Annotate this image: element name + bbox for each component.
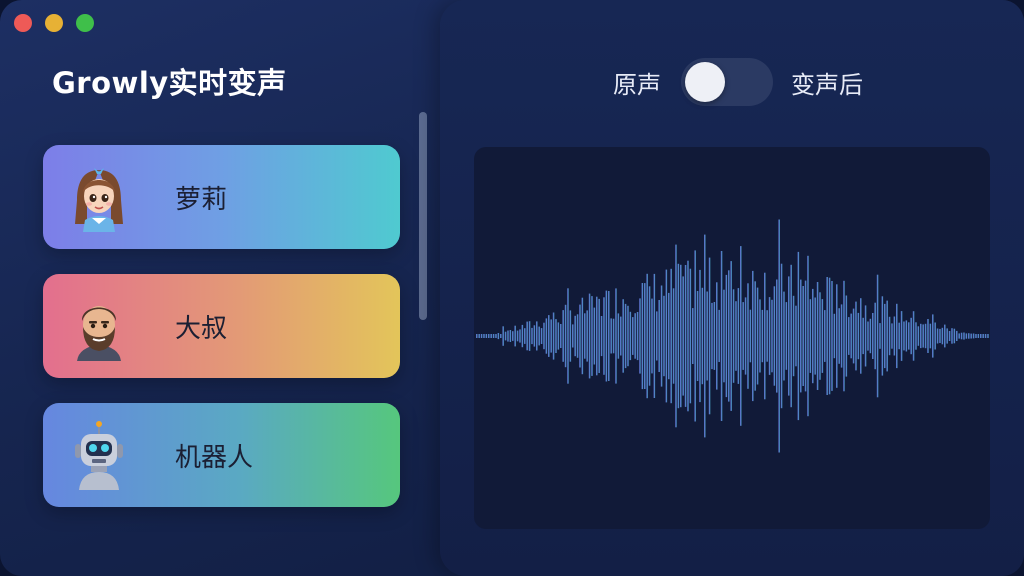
voice-mode-toggle[interactable] <box>681 58 773 106</box>
voice-label: 大叔 <box>175 313 228 344</box>
minimize-window-button[interactable] <box>45 14 63 32</box>
window-controls <box>14 14 94 32</box>
changed-voice-label: 变声后 <box>791 70 863 99</box>
voice-label: 萝莉 <box>175 184 228 215</box>
monitor-toggle-row: 原声 变声后 <box>613 58 863 106</box>
toggle-knob[interactable] <box>685 62 725 102</box>
girl-avatar-icon <box>75 168 123 232</box>
original-voice-label: 原声 <box>613 70 661 99</box>
voice-label: 机器人 <box>175 442 254 473</box>
voice-card-robot[interactable]: 机器人 <box>43 403 400 507</box>
robot-avatar-icon <box>75 421 123 490</box>
voice-list-scrollbar[interactable] <box>419 112 427 320</box>
close-window-button[interactable] <box>14 14 32 32</box>
scrollbar-thumb[interactable] <box>419 112 427 320</box>
waveform-graphic <box>476 219 989 453</box>
app-window: Growly实时变声 萝莉 大叔 机器人 原声 变声后 <box>0 0 1024 576</box>
waveform-panel <box>474 147 990 529</box>
app-title: Growly实时变声 <box>52 66 287 100</box>
bearded-man-avatar-icon <box>77 306 121 361</box>
voice-card-uncle[interactable]: 大叔 <box>43 274 400 378</box>
maximize-window-button[interactable] <box>76 14 94 32</box>
voice-card-loli[interactable]: 萝莉 <box>43 145 400 249</box>
